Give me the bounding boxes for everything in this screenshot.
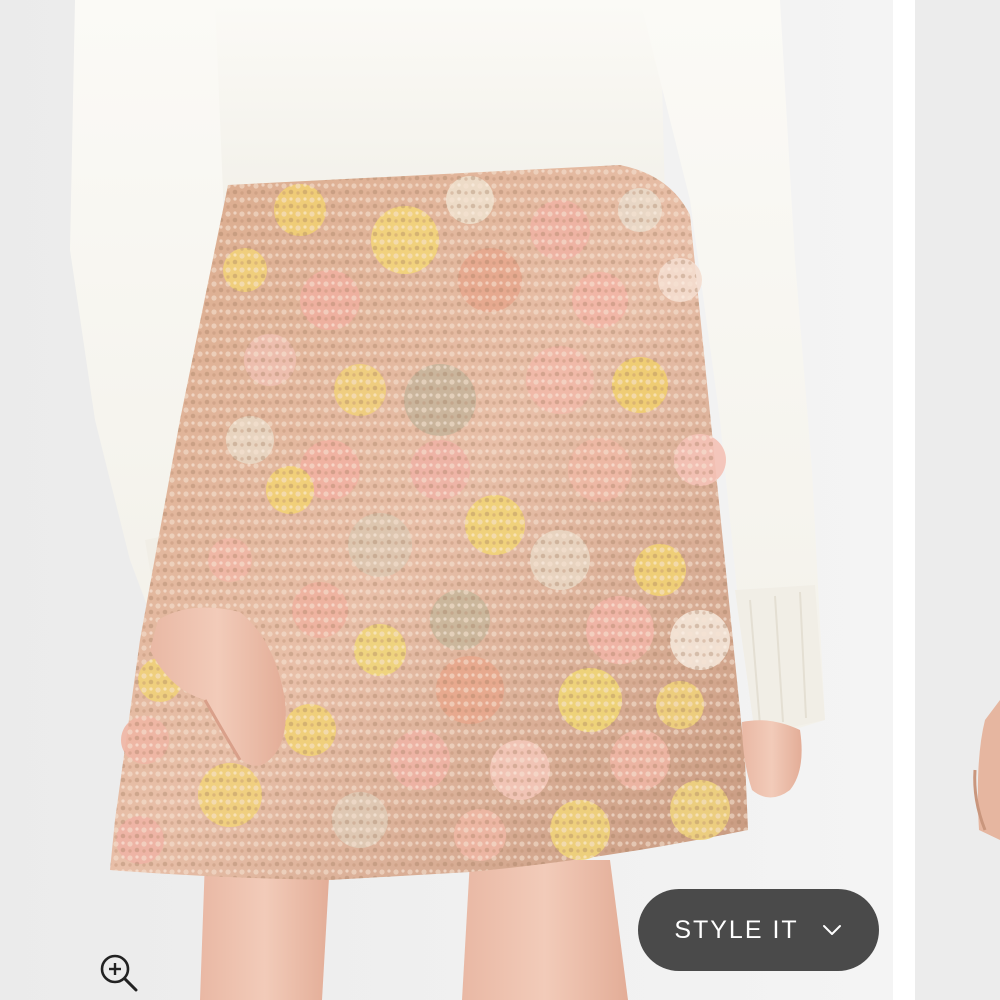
chevron-down-icon bbox=[822, 925, 841, 935]
style-it-button[interactable]: STYLE IT bbox=[638, 889, 879, 971]
gallery-slide-current[interactable]: STYLE IT bbox=[0, 0, 893, 1000]
zoom-in-icon bbox=[100, 954, 138, 992]
next-product-photo bbox=[915, 0, 1000, 1000]
product-photo-sequin-skirt bbox=[0, 0, 893, 1000]
zoom-button[interactable] bbox=[94, 948, 142, 996]
gallery-divider bbox=[893, 0, 915, 1000]
product-image-gallery: STYLE IT bbox=[0, 0, 1000, 1000]
gallery-slide-next[interactable] bbox=[915, 0, 1000, 1000]
style-it-label: STYLE IT bbox=[674, 915, 799, 944]
